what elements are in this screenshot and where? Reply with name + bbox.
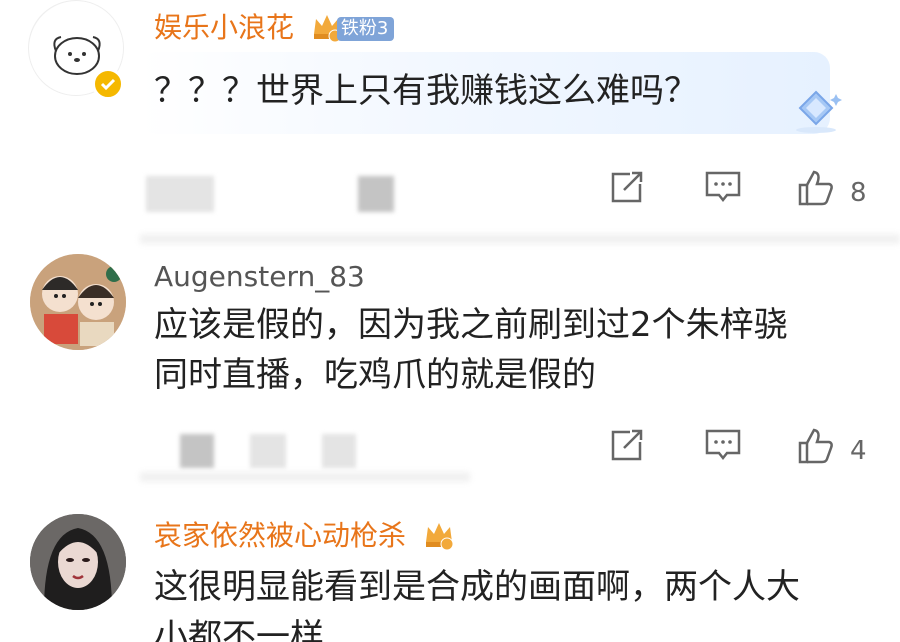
like-icon bbox=[798, 170, 833, 206]
fan-badge: 铁粉3 bbox=[336, 17, 395, 41]
share-icon bbox=[611, 429, 643, 461]
diamond-sticker-icon bbox=[788, 88, 844, 140]
obscured-area bbox=[146, 176, 214, 212]
dolls-avatar-icon bbox=[30, 254, 126, 350]
comment-icon bbox=[705, 171, 741, 203]
content-line: 同时直播，吃鸡爪的就是假的 bbox=[154, 355, 596, 395]
comment-content-3: 这很明显能看到是合成的画面啊，两个人大 小都不一样 bbox=[154, 562, 800, 642]
like-button[interactable] bbox=[796, 168, 836, 212]
divider bbox=[140, 234, 900, 244]
crown-icon bbox=[423, 518, 455, 557]
username-2[interactable]: Augenstern_83 bbox=[154, 260, 365, 293]
verified-check-icon bbox=[92, 68, 124, 100]
divider bbox=[140, 472, 470, 482]
obscured-area bbox=[358, 176, 394, 212]
like-count: 4 bbox=[850, 436, 867, 466]
content-line: 小都不一样 bbox=[154, 617, 324, 642]
comment-content-1: ？？？世界上只有我赚钱这么难吗？ bbox=[154, 66, 698, 116]
content-line: ？？？世界上只有我赚钱这么难吗？ bbox=[154, 71, 698, 111]
like-button[interactable] bbox=[796, 426, 836, 470]
comment-button[interactable] bbox=[704, 168, 742, 210]
avatar-2[interactable] bbox=[30, 254, 126, 350]
comment-button[interactable] bbox=[704, 426, 742, 468]
like-count: 8 bbox=[850, 178, 867, 208]
username-1[interactable]: 娱乐小浪花 铁粉3 bbox=[154, 6, 395, 49]
share-button[interactable] bbox=[608, 168, 646, 210]
username-text[interactable]: 哀家依然被心动枪杀 bbox=[154, 519, 406, 552]
like-icon bbox=[798, 428, 833, 464]
obscured-area bbox=[322, 434, 356, 468]
username-3[interactable]: 哀家依然被心动枪杀 bbox=[154, 514, 455, 557]
action-bar-2: 4 bbox=[0, 426, 900, 476]
comment-icon bbox=[705, 429, 741, 461]
share-icon bbox=[611, 171, 643, 203]
obscured-area bbox=[250, 434, 286, 468]
avatar-3[interactable] bbox=[30, 514, 126, 610]
obscured-area bbox=[180, 434, 214, 468]
share-button[interactable] bbox=[608, 426, 646, 468]
comment-content-2: 应该是假的，因为我之前刷到过2个朱梓骁 同时直播，吃鸡爪的就是假的 bbox=[154, 300, 788, 400]
content-line: 这很明显能看到是合成的画面啊，两个人大 bbox=[154, 567, 800, 607]
action-bar-1: 8 bbox=[0, 168, 900, 218]
content-line: 应该是假的，因为我之前刷到过2个朱梓骁 bbox=[154, 305, 788, 345]
girl-avatar-icon bbox=[30, 514, 126, 610]
username-text[interactable]: 娱乐小浪花 bbox=[154, 11, 294, 44]
